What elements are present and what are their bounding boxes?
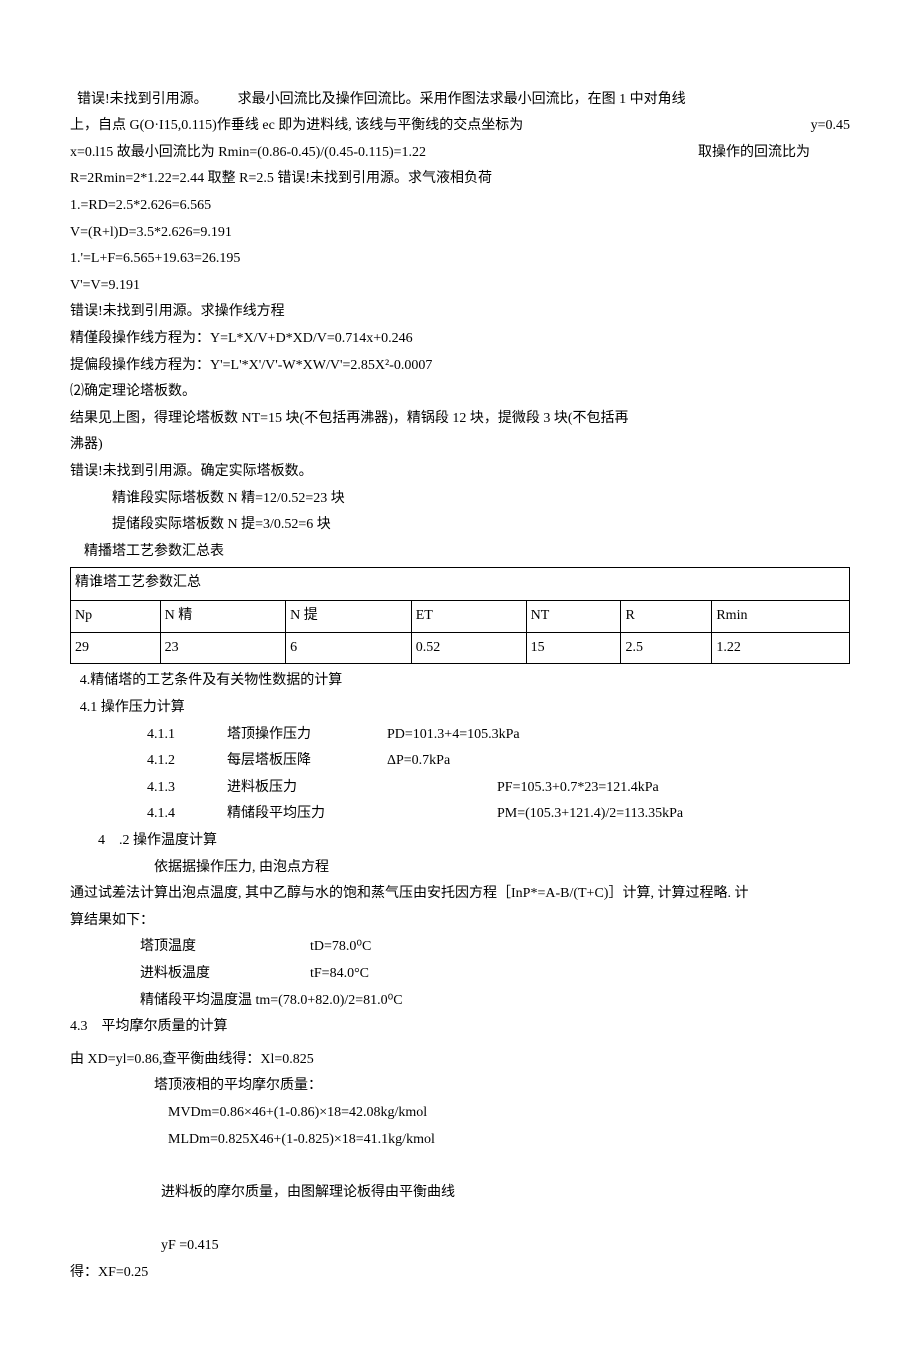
num: 4.1.4 — [147, 801, 227, 828]
text: 取操作的回流比为 — [698, 140, 810, 167]
table-row: 精谁塔工艺参数汇总 — [71, 568, 850, 601]
value: PM=(105.3+121.4)/2=113.35kPa — [497, 801, 683, 828]
label: 进料板压力 — [227, 775, 387, 802]
text-line: MLDm=0.825X46+(1-0.825)×18=41.1kg/kmol — [70, 1127, 850, 1154]
text-line: 精僅段操作线方程为：Y=L*X/V+D*XD/V=0.714x+0.246 — [70, 326, 850, 353]
text-line: 由 XD=yl=0.86,查平衡曲线得：Xl=0.825 — [70, 1047, 850, 1074]
value: tD=78.0⁰C — [310, 934, 371, 961]
heading: 4 .2 操作温度计算 — [70, 828, 850, 855]
text-line: R=2Rmin=2*1.22=2.44 取整 R=2.5 错误!未找到引用源。求… — [70, 166, 850, 193]
text-line: 错误!未找到引用源。 求最小回流比及操作回流比。采用作图法求最小回流比，在图 1 … — [70, 60, 850, 113]
text-line: 沸器) — [70, 432, 850, 459]
label: 塔顶操作压力 — [227, 722, 387, 749]
text-line: 塔顶液相的平均摩尔质量： — [70, 1073, 850, 1100]
value: ΔP=0.7kPa — [387, 748, 450, 775]
value: PF=105.3+0.7*23=121.4kPa — [497, 775, 659, 802]
table-cell: 1.22 — [712, 632, 850, 664]
params-table: 精谁塔工艺参数汇总 Np N 精 N 提 ET NT R Rmin 29 23 … — [70, 567, 850, 664]
value: tF=84.0°C — [310, 961, 369, 988]
label: 精储段平均压力 — [227, 801, 387, 828]
text-line: V=(R+l)D=3.5*2.626=9.191 — [70, 220, 850, 247]
param-row: 4.1.1 塔顶操作压力 PD=101.3+4=105.3kPa — [70, 722, 850, 749]
heading: 4.精储塔的工艺条件及有关物性数据的计算 — [70, 668, 850, 695]
table-header: N 精 — [160, 601, 286, 633]
table-header: N 提 — [286, 601, 412, 633]
table-row: Np N 精 N 提 ET NT R Rmin — [71, 601, 850, 633]
text: x=0.l15 故最小回流比为 Rmin=(0.86-0.45)/(0.45-0… — [70, 140, 426, 167]
table-header: R — [621, 601, 712, 633]
table-header: NT — [526, 601, 621, 633]
text-line: 提偏段操作线方程为：Y'=L'*X'/V'-W*XW/V'=2.85X²-0.0… — [70, 353, 850, 380]
text-line: 得：XF=0.25 — [70, 1260, 850, 1287]
text-line: 精谁段实际塔板数 N 精=12/0.52=23 块 — [70, 486, 850, 513]
text: 求最小回流比及操作回流比。采用作图法求最小回流比，在图 1 中对角线 — [238, 92, 686, 107]
text-line: 错误!未找到引用源。确定实际塔板数。 — [70, 459, 850, 486]
label: 塔顶温度 — [140, 934, 310, 961]
table-cell: 0.52 — [411, 632, 526, 664]
error-ref: 错误!未找到引用源。 — [77, 92, 208, 107]
text: 上，自点 G(O·I15,0.115)作垂线 ec 即为进料线, 该线与平衡线的… — [70, 113, 523, 140]
value: PD=101.3+4=105.3kPa — [387, 722, 520, 749]
table-cell: 2.5 — [621, 632, 712, 664]
param-row: 4.1.4 精储段平均压力 PM=(105.3+121.4)/2=113.35k… — [70, 801, 850, 828]
heading: 4.3 平均摩尔质量的计算 — [70, 1014, 850, 1041]
text-line: 提储段实际塔板数 N 提=3/0.52=6 块 — [70, 512, 850, 539]
param-row: 进料板温度 tF=84.0°C — [70, 961, 850, 988]
text-line: 算结果如下： — [70, 908, 850, 935]
text-line: 依据据操作压力, 由泡点方程 — [70, 855, 850, 882]
text-line: 进料板的摩尔质量，由图解理论板得由平衡曲线 yF =0.415 — [70, 1153, 850, 1259]
table-cell: 29 — [71, 632, 161, 664]
text-line: 1.=RD=2.5*2.626=6.565 — [70, 193, 850, 220]
text-line: 结果见上图，得理论塔板数 NT=15 块(不包括再沸器)，精锅段 12 块，提微… — [70, 406, 850, 433]
table-row: 29 23 6 0.52 15 2.5 1.22 — [71, 632, 850, 664]
table-header: Rmin — [712, 601, 850, 633]
value: yF =0.415 — [161, 1238, 219, 1253]
text-line: x=0.l15 故最小回流比为 Rmin=(0.86-0.45)/(0.45-0… — [70, 140, 850, 167]
text: 进料板的摩尔质量，由图解理论板得由平衡曲线 — [161, 1185, 455, 1200]
text-line: 精储段平均温度温 tm=(78.0+82.0)/2=81.0⁰C — [70, 988, 850, 1015]
param-row: 塔顶温度 tD=78.0⁰C — [70, 934, 850, 961]
text-line: 通过试差法计算出泡点温度, 其中乙醇与水的饱和蒸气压由安托因方程［InP*=A-… — [70, 881, 850, 908]
label: 每层塔板压降 — [227, 748, 387, 775]
table-caption: 精播塔工艺参数汇总表 — [70, 539, 850, 566]
text-line: V'=V=9.191 — [70, 273, 850, 300]
num: 4.1.1 — [147, 722, 227, 749]
text-line: 1.'=L+F=6.565+19.63=26.195 — [70, 246, 850, 273]
num: 4.1.3 — [147, 775, 227, 802]
label: 进料板温度 — [140, 961, 310, 988]
value: y=0.45 — [811, 113, 850, 140]
text-line: ⑵确定理论塔板数。 — [70, 379, 850, 406]
table-header: Np — [71, 601, 161, 633]
param-row: 4.1.3 进料板压力 PF=105.3+0.7*23=121.4kPa — [70, 775, 850, 802]
table-cell: 6 — [286, 632, 412, 664]
param-row: 4.1.2 每层塔板压降 ΔP=0.7kPa — [70, 748, 850, 775]
num: 4.1.2 — [147, 748, 227, 775]
table-title: 精谁塔工艺参数汇总 — [71, 568, 850, 601]
table-cell: 15 — [526, 632, 621, 664]
text-line: MVDm=0.86×46+(1-0.86)×18=42.08kg/kmol — [70, 1100, 850, 1127]
text-line: 错误!未找到引用源。求操作线方程 — [70, 299, 850, 326]
table-cell: 23 — [160, 632, 286, 664]
heading: 4.1 操作压力计算 — [70, 695, 850, 722]
text-line: 上，自点 G(O·I15,0.115)作垂线 ec 即为进料线, 该线与平衡线的… — [70, 113, 850, 140]
table-header: ET — [411, 601, 526, 633]
